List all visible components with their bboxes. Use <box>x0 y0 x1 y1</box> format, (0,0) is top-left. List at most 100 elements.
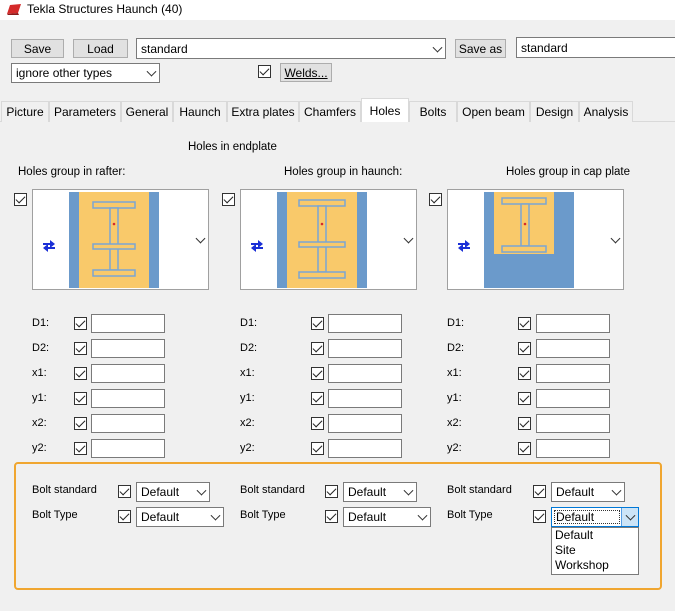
bolt-type-select[interactable]: Default <box>343 507 431 527</box>
dim-input-d2[interactable] <box>91 339 165 358</box>
dim-checkbox-y1[interactable] <box>518 392 531 405</box>
bolt-type-value: Default <box>348 510 387 524</box>
dim-checkbox-d2[interactable] <box>518 342 531 355</box>
dim-checkbox-d1[interactable] <box>518 317 531 330</box>
bolt-standard-label: Bolt standard <box>240 484 305 496</box>
dim-checkbox-x1[interactable] <box>518 367 531 380</box>
bolt-standard-checkbox[interactable] <box>325 485 338 498</box>
dropdown-option-site[interactable]: Site <box>552 543 638 558</box>
tab-general[interactable]: General <box>121 101 173 122</box>
bolt-type-select[interactable]: Default <box>136 507 224 527</box>
rafter-group-checkbox[interactable] <box>14 193 27 206</box>
cap-plate-beam-diagram <box>484 192 574 288</box>
dim-checkbox-x2[interactable] <box>311 417 324 430</box>
rafter-beam-diagram <box>69 192 159 288</box>
filter-select[interactable]: ignore other types <box>11 63 160 83</box>
dim-checkbox-y2[interactable] <box>74 442 87 455</box>
dim-input-x1[interactable] <box>91 364 165 383</box>
dim-input-y2[interactable] <box>91 439 165 458</box>
bolt-standard-checkbox[interactable] <box>118 485 131 498</box>
bolt-standard-checkbox[interactable] <box>533 485 546 498</box>
dim-input-y1[interactable] <box>91 389 165 408</box>
dim-checkbox-x2[interactable] <box>518 417 531 430</box>
chevron-down-icon <box>146 66 157 77</box>
bolt-standard-select[interactable]: Default <box>136 482 210 502</box>
chevron-down-icon <box>611 485 622 496</box>
welds-button[interactable]: Welds... <box>280 63 332 82</box>
dim-label-x2: x2: <box>447 417 462 429</box>
dim-input-x1[interactable] <box>328 364 402 383</box>
dim-input-y2[interactable] <box>328 439 402 458</box>
cap-plate-holes-preview[interactable] <box>447 189 624 290</box>
tab-extra-plates[interactable]: Extra plates <box>227 101 299 122</box>
dim-input-y1[interactable] <box>536 389 610 408</box>
tab-parameters[interactable]: Parameters <box>49 101 121 122</box>
load-button[interactable]: Load <box>73 39 128 58</box>
bolt-type-select-open[interactable]: Default <box>551 507 639 527</box>
dim-checkbox-x1[interactable] <box>311 367 324 380</box>
dim-input-x2[interactable] <box>91 414 165 433</box>
flip-arrows-icon[interactable] <box>41 238 57 252</box>
rafter-holes-preview[interactable] <box>32 189 209 290</box>
bolt-type-checkbox[interactable] <box>118 510 131 523</box>
bolt-type-value: Default <box>141 510 180 524</box>
save-as-button[interactable]: Save as <box>455 39 506 58</box>
tab-chamfers[interactable]: Chamfers <box>299 101 361 122</box>
dim-input-y1[interactable] <box>328 389 402 408</box>
preset-select[interactable]: standard <box>136 38 446 59</box>
dim-checkbox-x1[interactable] <box>74 367 87 380</box>
dim-input-d2[interactable] <box>328 339 402 358</box>
dim-label-y1: y1: <box>32 392 47 404</box>
tab-open-beam[interactable]: Open beam <box>457 101 530 122</box>
tab-picture[interactable]: Picture <box>1 101 49 122</box>
dim-input-d2[interactable] <box>536 339 610 358</box>
cap-plate-group-checkbox[interactable] <box>429 193 442 206</box>
tab-holes[interactable]: Holes <box>361 98 409 122</box>
dim-checkbox-d2[interactable] <box>74 342 87 355</box>
tekla-app-icon <box>7 4 21 15</box>
dim-label-d2: D2: <box>32 342 50 354</box>
dim-input-x1[interactable] <box>536 364 610 383</box>
dim-checkbox-y2[interactable] <box>311 442 324 455</box>
bolt-type-checkbox[interactable] <box>325 510 338 523</box>
tab-analysis[interactable]: Analysis <box>579 101 633 122</box>
haunch-holes-preview[interactable] <box>240 189 417 290</box>
flip-arrows-icon[interactable] <box>249 238 265 252</box>
dim-checkbox-y1[interactable] <box>74 392 87 405</box>
dim-input-d1[interactable] <box>328 314 402 333</box>
dim-input-y2[interactable] <box>536 439 610 458</box>
dropdown-option-default[interactable]: Default <box>552 528 638 543</box>
preset-select-value: standard <box>141 41 188 56</box>
bolt-standard-value: Default <box>141 485 180 499</box>
dim-checkbox-d1[interactable] <box>74 317 87 330</box>
dropdown-option-workshop[interactable]: Workshop <box>552 558 638 573</box>
tab-design[interactable]: Design <box>530 101 579 122</box>
dim-checkbox-x2[interactable] <box>74 417 87 430</box>
dim-input-d1[interactable] <box>91 314 165 333</box>
group-title-haunch: Holes group in haunch: <box>284 166 403 178</box>
save-as-input[interactable]: standard <box>516 37 675 58</box>
window-title: Tekla Structures Haunch (40) <box>27 2 183 16</box>
chevron-down-icon <box>417 510 428 521</box>
bolt-standard-select[interactable]: Default <box>343 482 417 502</box>
tab-bolts[interactable]: Bolts <box>409 101 457 122</box>
dim-label-y1: y1: <box>240 392 255 404</box>
section-title: Holes in endplate <box>188 141 277 153</box>
dim-input-x2[interactable] <box>328 414 402 433</box>
bolt-standard-value: Default <box>348 485 387 499</box>
tab-haunch[interactable]: Haunch <box>173 101 227 122</box>
bolt-standard-select[interactable]: Default <box>551 482 625 502</box>
dim-checkbox-d1[interactable] <box>311 317 324 330</box>
dim-checkbox-y2[interactable] <box>518 442 531 455</box>
dim-input-d1[interactable] <box>536 314 610 333</box>
dim-input-x2[interactable] <box>536 414 610 433</box>
bolt-type-checkbox[interactable] <box>533 510 546 523</box>
dim-checkbox-d2[interactable] <box>311 342 324 355</box>
welds-checkbox[interactable] <box>258 65 271 78</box>
dim-checkbox-y1[interactable] <box>311 392 324 405</box>
bolt-type-dropdown-list: Default Site Workshop <box>551 527 639 575</box>
save-button[interactable]: Save <box>11 39 64 58</box>
haunch-group-checkbox[interactable] <box>222 193 235 206</box>
focus-outline <box>554 510 620 524</box>
flip-arrows-icon[interactable] <box>456 238 472 252</box>
